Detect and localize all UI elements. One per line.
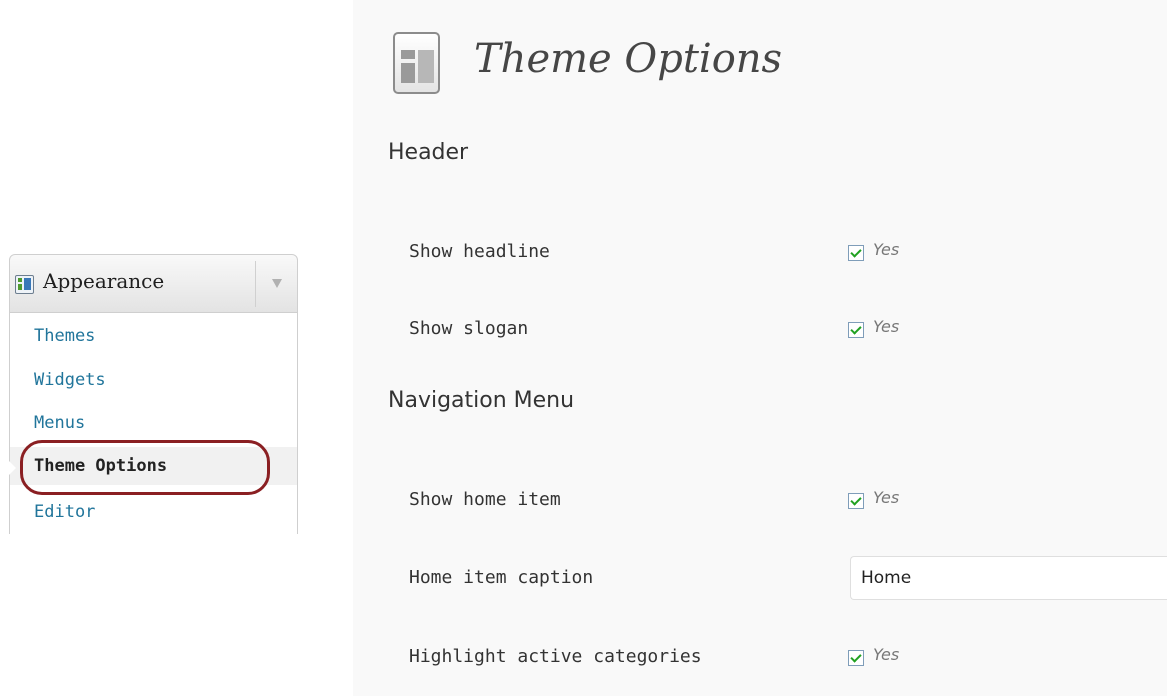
section-title-header: Header <box>388 140 469 165</box>
show-headline-yes-label: Yes <box>873 240 900 259</box>
current-item-pointer <box>9 461 16 475</box>
page-title: Theme Options <box>474 36 783 82</box>
menu-header-divider <box>255 261 256 307</box>
option-label-show-slogan: Show slogan <box>409 318 529 339</box>
checkmark-icon <box>850 323 862 335</box>
highlight-active-categories-yes-label: Yes <box>873 645 900 664</box>
show-slogan-yes-label: Yes <box>873 317 900 336</box>
appearance-icon <box>15 275 34 294</box>
appearance-menu-header[interactable]: Appearance <box>9 254 298 313</box>
option-label-show-home-item: Show home item <box>409 489 561 510</box>
home-item-caption-input[interactable] <box>850 556 1167 600</box>
sidebar-item-widgets[interactable]: Widgets <box>10 361 297 399</box>
option-label-home-item-caption: Home item caption <box>409 567 594 588</box>
show-home-item-yes-label: Yes <box>873 488 900 507</box>
sidebar-item-editor[interactable]: Editor <box>10 493 297 531</box>
sidebar-item-themes[interactable]: Themes <box>10 317 297 355</box>
checkmark-icon <box>850 246 862 258</box>
show-headline-checkbox[interactable] <box>848 245 864 261</box>
section-title-navigation-menu: Navigation Menu <box>388 388 575 413</box>
highlight-active-categories-checkbox[interactable] <box>848 650 864 666</box>
show-home-item-checkbox[interactable] <box>848 493 864 509</box>
option-label-show-headline: Show headline <box>409 241 550 262</box>
appearance-menu-label: Appearance <box>43 269 165 293</box>
appearance-submenu: Themes Widgets Menus Theme Options Edito… <box>9 313 298 534</box>
option-label-highlight-active-categories: Highlight active categories <box>409 646 702 667</box>
admin-sidebar: Appearance Themes Widgets Menus Theme Op… <box>0 0 350 696</box>
highlight-annotation-ring <box>20 440 270 495</box>
menu-toggle-arrow-icon[interactable] <box>272 279 282 288</box>
sidebar-item-menus[interactable]: Menus <box>10 404 297 442</box>
show-slogan-checkbox[interactable] <box>848 322 864 338</box>
checkmark-icon <box>850 494 862 506</box>
theme-options-page-icon <box>393 32 440 94</box>
checkmark-icon <box>850 651 862 663</box>
theme-options-page: Theme Options Header Show headline Yes S… <box>353 0 1167 696</box>
